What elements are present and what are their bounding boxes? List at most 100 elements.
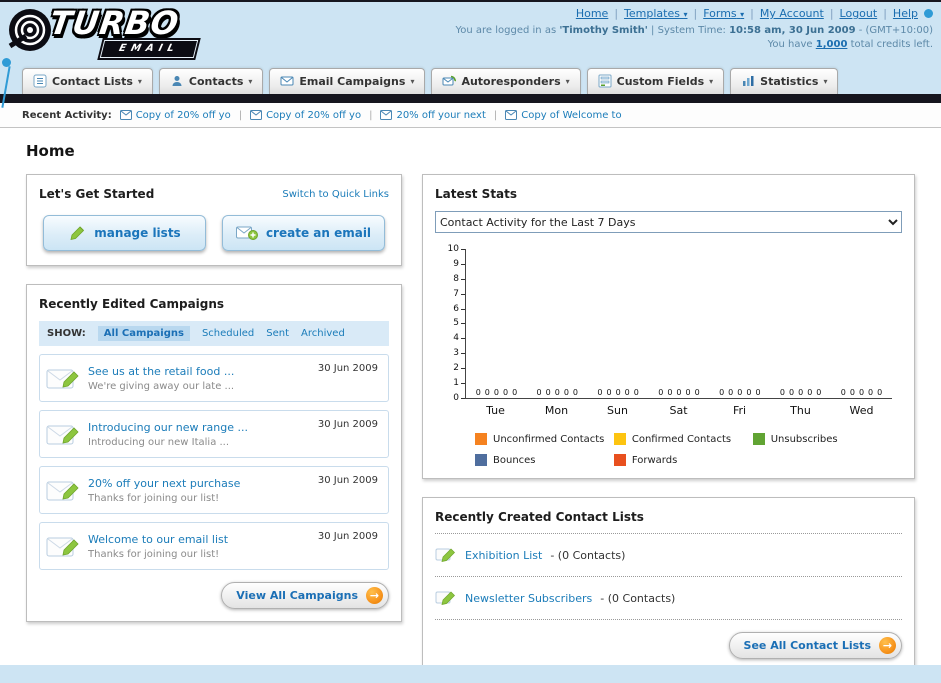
nav-tab-email-campaigns[interactable]: Email Campaigns ▾ bbox=[269, 68, 426, 94]
contact-list-name-link[interactable]: Exhibition List bbox=[465, 549, 542, 562]
separator: | bbox=[750, 7, 754, 20]
contact-list-item[interactable]: Exhibition List - (0 Contacts) bbox=[435, 543, 902, 567]
recent-activity-item[interactable]: 20% off your next bbox=[380, 109, 486, 121]
view-all-campaigns-button[interactable]: View All Campaigns → bbox=[221, 582, 389, 609]
separator: | bbox=[829, 7, 834, 20]
legend-item: Unconfirmed Contacts bbox=[475, 433, 614, 445]
activity-item-label: Copy of Welcome to bbox=[521, 109, 622, 121]
legend-label: Unsubscribes bbox=[770, 433, 838, 445]
chevron-down-icon: ▾ bbox=[740, 10, 745, 19]
legend-item: Unsubscribes bbox=[752, 433, 892, 445]
nav-tab-custom-fields[interactable]: Custom Fields ▾ bbox=[586, 68, 725, 94]
campaign-row[interactable]: Welcome to our email list Thanks for joi… bbox=[39, 522, 389, 570]
chart-x-label: Sat bbox=[669, 404, 688, 417]
chevron-down-icon: ▾ bbox=[565, 76, 570, 86]
nav-tab-label: Contacts bbox=[188, 74, 244, 88]
chart-y-tick: 9 bbox=[453, 259, 465, 268]
chart-x-label: Sun bbox=[607, 404, 628, 417]
nav-divider-bar bbox=[0, 94, 941, 103]
chart-y-tick: 8 bbox=[453, 274, 465, 283]
logout-link[interactable]: Logout bbox=[840, 7, 878, 20]
credits-value[interactable]: 1,000 bbox=[816, 39, 848, 50]
get-started-panel: Let's Get Started Switch to Quick Links … bbox=[26, 174, 402, 266]
chart-x-label: Wed bbox=[849, 404, 874, 417]
activity-item-label: 20% off your next bbox=[396, 109, 486, 121]
filter-tab-scheduled[interactable]: Scheduled bbox=[202, 328, 254, 339]
recent-activity-item[interactable]: Copy of 20% off yo bbox=[119, 110, 231, 121]
campaign-title-link[interactable]: See us at the retail food ... bbox=[88, 365, 234, 378]
contact-list-details: - (0 Contacts) bbox=[550, 548, 626, 562]
chart-x-label: Fri bbox=[732, 404, 747, 417]
recent-activity-item[interactable]: Copy of 20% off yo bbox=[250, 110, 361, 121]
campaign-envelope-pencil-icon bbox=[46, 481, 79, 500]
my-account-link[interactable]: My Account bbox=[760, 7, 824, 20]
nav-tab-contact-lists[interactable]: Contact Lists ▾ bbox=[22, 68, 153, 94]
credits-suffix: total credits left. bbox=[850, 39, 933, 50]
separator: | bbox=[614, 7, 619, 20]
contacts-icon bbox=[172, 76, 182, 86]
chart-y-tick: 4 bbox=[453, 334, 465, 343]
session-user: 'Timothy Smith' bbox=[559, 25, 648, 36]
autoresponders-icon bbox=[442, 75, 457, 86]
help-dot-icon bbox=[924, 9, 933, 18]
legend-item: Confirmed Contacts bbox=[613, 433, 753, 445]
campaign-row[interactable]: See us at the retail food ... We're givi… bbox=[39, 354, 389, 402]
separator: | bbox=[369, 109, 373, 121]
legend-label: Confirmed Contacts bbox=[631, 433, 732, 445]
separator: | bbox=[883, 7, 887, 20]
switch-quick-links-link[interactable]: Switch to Quick Links bbox=[282, 189, 389, 200]
filter-tab-all-campaigns[interactable]: All Campaigns bbox=[97, 326, 190, 341]
logo-word-email: EMAIL bbox=[99, 40, 198, 58]
footer-strip bbox=[0, 665, 941, 683]
legend-swatch-unsubscribes bbox=[752, 433, 765, 445]
stats-range-select[interactable]: Contact Activity for the Last 7 Days bbox=[435, 211, 902, 233]
home-link[interactable]: Home bbox=[576, 7, 608, 20]
chevron-down-icon: ▾ bbox=[410, 76, 415, 86]
see-all-contact-lists-button[interactable]: See All Contact Lists → bbox=[728, 632, 902, 659]
nav-tab-label: Autoresponders bbox=[461, 74, 561, 88]
logo-word-turbo: TURBO bbox=[47, 4, 182, 42]
chart-y-axis: 10 9 8 7 6 5 4 3 2 1 0 bbox=[439, 245, 465, 402]
arrow-right-icon: → bbox=[879, 637, 896, 654]
templates-link[interactable]: Templates ▾ bbox=[624, 7, 687, 20]
stats-chart: 10 9 8 7 6 5 4 3 2 1 0 000000000000000000000000000… bbox=[435, 245, 902, 466]
campaign-title-link[interactable]: Introducing our new range ... bbox=[88, 421, 248, 434]
campaign-envelope-pencil-icon bbox=[46, 537, 79, 556]
chart-value-group: 00000 bbox=[719, 388, 761, 397]
campaign-title-link[interactable]: 20% off your next purchase bbox=[88, 477, 240, 490]
nav-tab-contacts[interactable]: Contacts ▾ bbox=[158, 68, 264, 94]
campaign-row[interactable]: 20% off your next purchase Thanks for jo… bbox=[39, 466, 389, 514]
chart-x-label: Mon bbox=[544, 404, 569, 417]
nav-tab-label: Custom Fields bbox=[616, 74, 705, 88]
forms-link[interactable]: Forms ▾ bbox=[703, 7, 744, 20]
contact-list-item[interactable]: Newsletter Subscribers - (0 Contacts) bbox=[435, 586, 902, 610]
filter-tab-archived[interactable]: Archived bbox=[301, 328, 345, 339]
right-column: Latest Stats Contact Activity for the La… bbox=[422, 174, 915, 665]
campaign-title-link[interactable]: Welcome to our email list bbox=[88, 533, 228, 546]
campaign-filter-bar: SHOW: All Campaigns Scheduled Sent Archi… bbox=[39, 321, 389, 346]
nav-tab-label: Email Campaigns bbox=[299, 74, 406, 88]
filter-tab-sent[interactable]: Sent bbox=[266, 328, 289, 339]
chart-y-tick: 10 bbox=[448, 245, 465, 254]
left-column: Let's Get Started Switch to Quick Links … bbox=[26, 174, 402, 622]
manage-lists-button[interactable]: manage lists bbox=[43, 215, 206, 251]
latest-stats-title: Latest Stats bbox=[435, 187, 518, 201]
recent-activity-item[interactable]: Copy of Welcome to bbox=[505, 109, 622, 121]
envelope-plus-icon bbox=[235, 226, 258, 240]
statistics-icon bbox=[743, 76, 754, 86]
contact-list-name-link[interactable]: Newsletter Subscribers bbox=[465, 592, 592, 605]
separator: | bbox=[493, 109, 498, 121]
credits-prefix: You have bbox=[767, 39, 813, 50]
forms-label: Forms bbox=[703, 7, 737, 20]
nav-tab-statistics[interactable]: Statistics ▾ bbox=[730, 68, 839, 94]
separator: | bbox=[238, 109, 243, 121]
legend-item: Bounces bbox=[475, 454, 614, 466]
nav-tab-autoresponders[interactable]: Autoresponders ▾ bbox=[431, 68, 581, 94]
contact-lists-title: Recently Created Contact Lists bbox=[435, 510, 644, 524]
help-link[interactable]: Help bbox=[893, 7, 918, 20]
chart-y-tick: 5 bbox=[453, 319, 465, 328]
pencil-icon bbox=[70, 226, 85, 241]
campaign-row[interactable]: Introducing our new range ... Introducin… bbox=[39, 410, 389, 458]
create-email-button[interactable]: create an email bbox=[222, 215, 385, 251]
campaign-date: 30 Jun 2009 bbox=[317, 475, 378, 486]
